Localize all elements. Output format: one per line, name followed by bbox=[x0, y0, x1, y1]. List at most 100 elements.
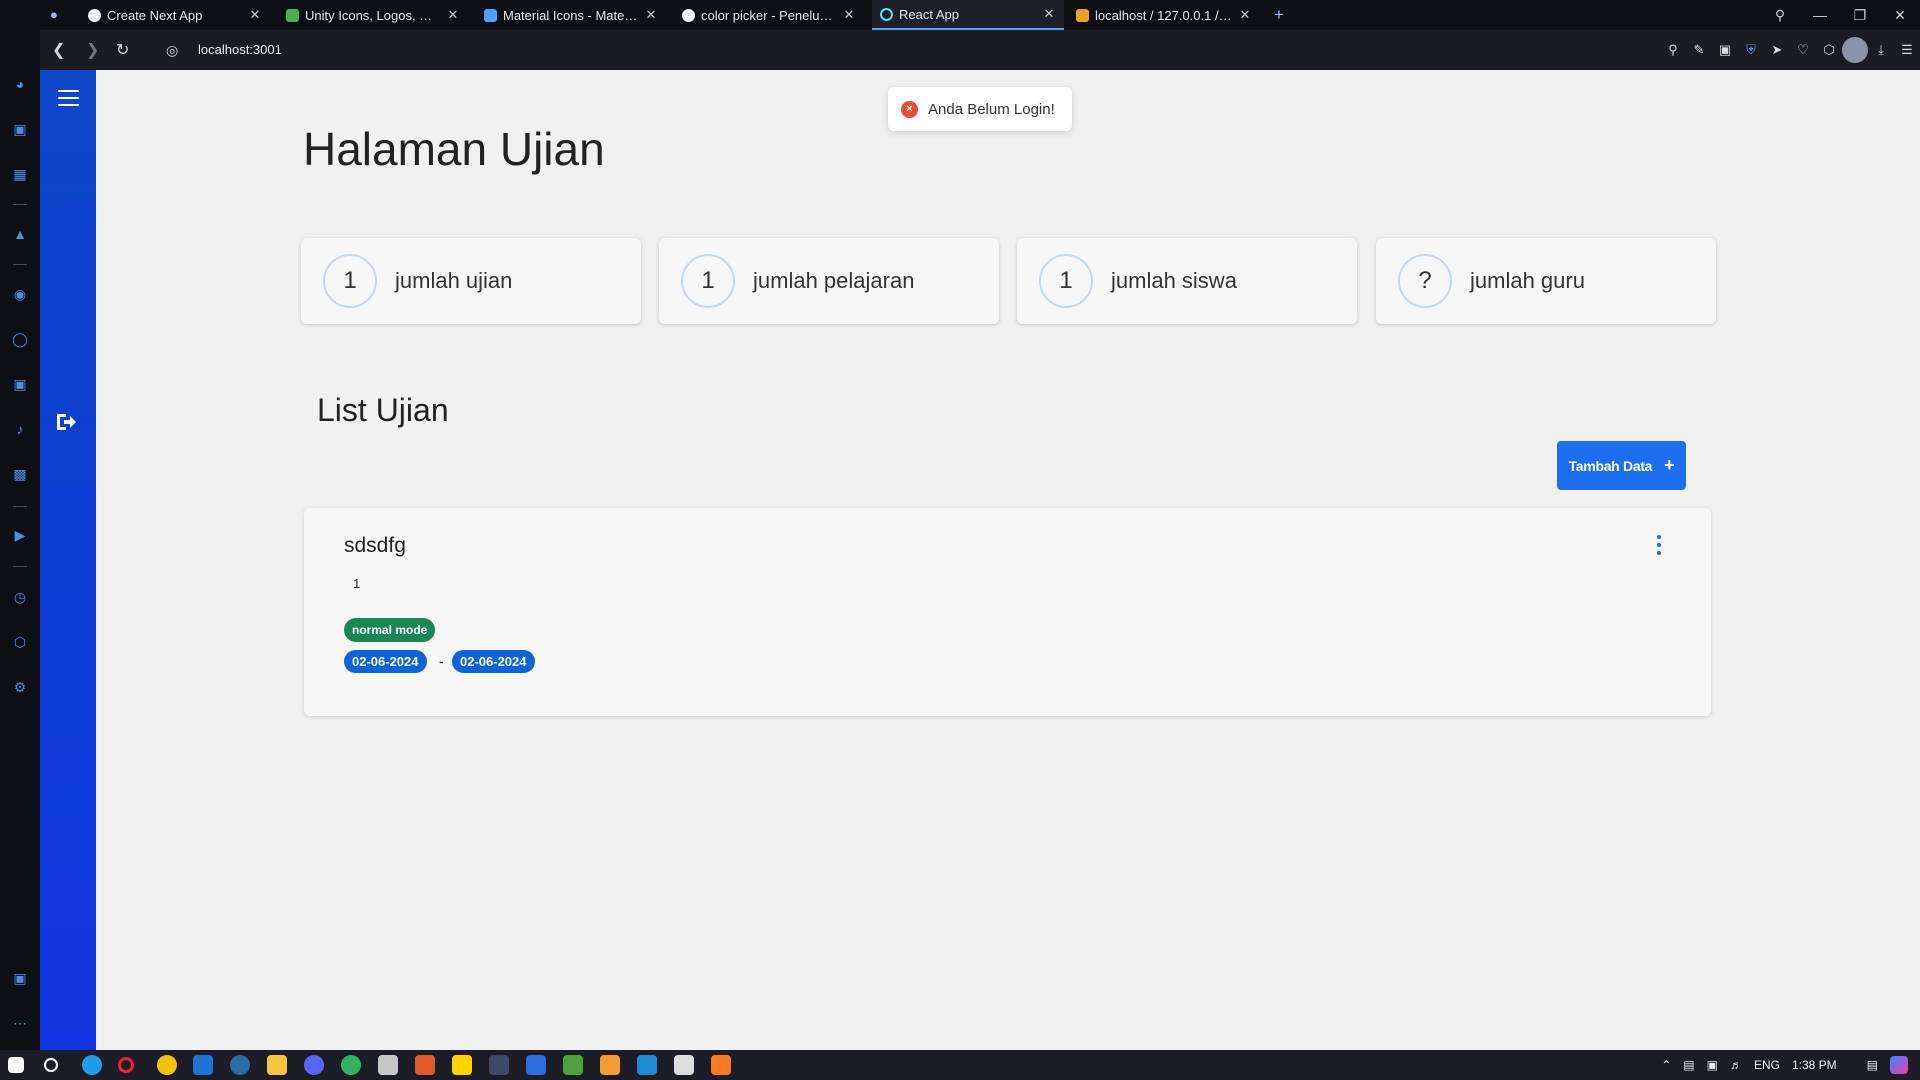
more-icon[interactable]: ⋯ bbox=[0, 1015, 40, 1032]
close-tab-icon[interactable]: ✕ bbox=[1238, 7, 1252, 23]
app-orange-icon[interactable] bbox=[415, 1055, 435, 1075]
extensions-sidebar-icon[interactable]: ▦ bbox=[0, 166, 40, 183]
error-toast[interactable]: × Anda Belum Login! bbox=[888, 87, 1072, 131]
browser-tab-bar: ● Create Next App ✕ Unity Icons, Logos, … bbox=[0, 0, 1920, 30]
add-data-button[interactable]: Tambah Data + bbox=[1557, 441, 1686, 490]
app-gray-icon[interactable] bbox=[378, 1055, 398, 1075]
search-icon[interactable] bbox=[44, 1058, 58, 1072]
app-stack-icon[interactable] bbox=[563, 1055, 583, 1075]
camera-icon[interactable]: ▣ bbox=[1712, 42, 1738, 58]
gallery-icon[interactable]: ▣ bbox=[0, 970, 40, 987]
tab-material-icons[interactable]: Material Icons - Material UI ✕ bbox=[476, 0, 666, 30]
close-tab-icon[interactable]: ✕ bbox=[842, 7, 856, 23]
tab-react-app[interactable]: React App ✕ bbox=[872, 0, 1064, 30]
avatar[interactable] bbox=[1842, 37, 1868, 63]
close-tab-icon[interactable]: ✕ bbox=[446, 7, 460, 23]
sidebar-divider bbox=[13, 566, 27, 567]
notifications-icon[interactable]: ▤ bbox=[1867, 1058, 1878, 1072]
xampp-icon[interactable] bbox=[711, 1055, 731, 1075]
restore-icon[interactable]: ❐ bbox=[1840, 7, 1880, 24]
speed-dial-icon[interactable]: ◕ bbox=[0, 76, 40, 92]
app-grid-icon[interactable] bbox=[526, 1055, 546, 1075]
download-icon[interactable]: ⤓ bbox=[1868, 42, 1894, 58]
tiktok-icon[interactable]: ♪ bbox=[0, 421, 40, 437]
app-green-icon[interactable] bbox=[341, 1055, 361, 1075]
player-icon[interactable]: ▶ bbox=[0, 527, 40, 544]
google-favicon-icon bbox=[682, 8, 695, 22]
battery-icon[interactable]: ▣ bbox=[1707, 1058, 1718, 1072]
section-title: List Ujian bbox=[317, 392, 449, 428]
stat-label: jumlah siswa bbox=[1111, 268, 1237, 293]
mui-favicon-icon bbox=[484, 8, 497, 22]
vscode-icon[interactable] bbox=[637, 1055, 657, 1075]
mail-icon[interactable] bbox=[193, 1055, 213, 1075]
aria-icon[interactable]: ▲ bbox=[0, 226, 40, 242]
start-icon[interactable] bbox=[8, 1057, 24, 1073]
chrome-icon[interactable] bbox=[157, 1055, 177, 1075]
cube-icon[interactable]: ⬡ bbox=[0, 634, 40, 651]
whatsapp-icon[interactable]: ◯ bbox=[0, 331, 40, 348]
app-yellow-icon[interactable] bbox=[452, 1055, 472, 1075]
stat-count: 1 bbox=[1039, 254, 1093, 308]
language-indicator[interactable]: ENG bbox=[1754, 1058, 1780, 1072]
tab-create-next-app[interactable]: Create Next App ✕ bbox=[80, 0, 270, 30]
tab-search-icon[interactable]: ⚲ bbox=[1760, 7, 1800, 24]
site-info-icon[interactable]: ◎ bbox=[166, 30, 178, 70]
copilot-icon[interactable] bbox=[1890, 1056, 1908, 1074]
opera-icon[interactable] bbox=[118, 1057, 134, 1073]
instagram-icon[interactable]: ▣ bbox=[0, 376, 40, 393]
extensions-icon[interactable]: ⬡ bbox=[1816, 42, 1842, 58]
workspace-icon[interactable]: ● bbox=[50, 7, 58, 22]
sidebar-divider bbox=[13, 204, 27, 205]
url-field[interactable]: localhost:3001 bbox=[198, 30, 282, 70]
forward-icon[interactable]: ❯ bbox=[86, 30, 99, 70]
phpmyadmin-favicon-icon bbox=[1076, 8, 1089, 22]
logout-icon[interactable] bbox=[54, 410, 78, 434]
file-explorer-icon[interactable] bbox=[267, 1055, 287, 1075]
tray-expand-icon[interactable]: ⌃ bbox=[1661, 1058, 1671, 1072]
heart-icon[interactable]: ♡ bbox=[1790, 42, 1816, 58]
minimize-icon[interactable]: — bbox=[1800, 7, 1840, 23]
vpn-shield-icon[interactable]: ⛨ bbox=[1738, 42, 1764, 58]
close-tab-icon[interactable]: ✕ bbox=[644, 7, 658, 23]
plus-icon: + bbox=[1664, 455, 1675, 475]
settings-icon[interactable]: ⚙ bbox=[0, 679, 40, 696]
window-controls: ⚲ — ❐ ✕ bbox=[1760, 0, 1920, 30]
search-page-icon[interactable]: ⚲ bbox=[1660, 42, 1686, 58]
app-sidebar bbox=[40, 70, 96, 1050]
discord-taskbar-icon[interactable] bbox=[304, 1055, 324, 1075]
close-tab-icon[interactable]: ✕ bbox=[1042, 6, 1056, 22]
stat-card-ujian: 1 jumlah ujian bbox=[301, 238, 641, 324]
discord-icon[interactable]: ▩ bbox=[0, 466, 40, 483]
messenger-icon[interactable]: ◉ bbox=[0, 286, 40, 303]
edit-icon[interactable]: ✎ bbox=[1686, 42, 1712, 58]
clock[interactable]: 1:38 PM bbox=[1792, 1058, 1837, 1072]
menu-icon[interactable]: ☰ bbox=[1894, 42, 1920, 58]
close-tab-icon[interactable]: ✕ bbox=[248, 7, 262, 23]
steam-icon[interactable] bbox=[230, 1055, 250, 1075]
volume-icon[interactable]: ♬ bbox=[1730, 1058, 1742, 1072]
end-date-badge: 02-06-2024 bbox=[452, 650, 535, 673]
next-favicon-icon bbox=[88, 8, 101, 22]
tab-color-picker[interactable]: color picker - Penelusuran ✕ bbox=[674, 0, 864, 30]
tab-unity-icons[interactable]: Unity Icons, Logos, Symbol ✕ bbox=[278, 0, 468, 30]
bag-icon[interactable]: ▣ bbox=[0, 121, 40, 138]
reload-icon[interactable]: ↻ bbox=[116, 30, 129, 70]
close-window-icon[interactable]: ✕ bbox=[1880, 7, 1920, 24]
browser-sidebar: ◕ ▣ ▦ ▲ ◉ ◯ ▣ ♪ ▩ ▶ ◷ ⬡ ⚙ ▣ ⋯ bbox=[0, 0, 40, 1050]
send-icon[interactable]: ➤ bbox=[1764, 42, 1790, 58]
back-icon[interactable]: ❮ bbox=[52, 30, 65, 70]
app-white-icon[interactable] bbox=[674, 1055, 694, 1075]
edge-icon[interactable] bbox=[82, 1055, 102, 1075]
tab-phpmyadmin[interactable]: localhost / 127.0.0.1 / ujian ✕ bbox=[1068, 0, 1260, 30]
error-icon: × bbox=[901, 100, 918, 118]
history-icon[interactable]: ◷ bbox=[0, 589, 40, 606]
app-calc-icon[interactable] bbox=[489, 1055, 509, 1075]
more-options-icon[interactable] bbox=[1654, 533, 1664, 557]
hamburger-menu-icon[interactable] bbox=[58, 90, 79, 106]
app-cloud-icon[interactable] bbox=[600, 1055, 620, 1075]
sidebar-divider bbox=[13, 506, 27, 507]
network-icon[interactable]: ▤ bbox=[1683, 1058, 1694, 1072]
new-tab-icon[interactable]: + bbox=[1274, 5, 1284, 25]
mode-badge: normal mode bbox=[344, 618, 436, 642]
